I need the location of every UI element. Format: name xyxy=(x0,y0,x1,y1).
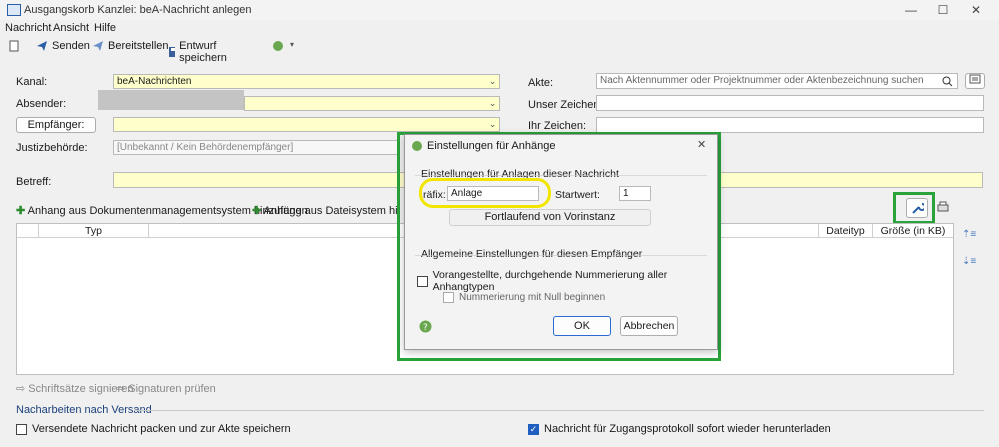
post-processing-heading: Nacharbeiten nach Versand xyxy=(16,404,152,416)
justiz-field[interactable]: [Unbekannt / Kein Behördenempfänger] xyxy=(113,140,400,155)
start-input[interactable]: 1 xyxy=(619,186,651,201)
unser-zeichen-input[interactable] xyxy=(596,95,984,111)
justiz-value: [Unbekannt / Kein Behördenempfänger] xyxy=(117,142,294,153)
maximize-button[interactable]: ☐ xyxy=(928,2,958,18)
app-icon xyxy=(7,4,21,16)
pack-save-label: Versendete Nachricht packen und zur Akte… xyxy=(32,423,291,435)
verify-link[interactable]: ⇨ Signaturen prüfen xyxy=(116,382,216,395)
plus-icon: ✚ xyxy=(16,205,26,217)
save-draft-label: Entwurf speichern xyxy=(179,40,227,64)
save-icon xyxy=(169,47,176,57)
help-icon[interactable] xyxy=(272,40,284,52)
chevron-down-icon: ⌄ xyxy=(488,119,497,129)
provide-label: Bereitstellen xyxy=(108,40,169,52)
zero-start-checkbox[interactable] xyxy=(443,292,454,303)
send-button[interactable]: Senden xyxy=(36,40,90,52)
ok-button[interactable]: OK xyxy=(553,316,611,336)
dialog-app-icon xyxy=(412,141,422,151)
minimize-button[interactable]: — xyxy=(896,2,926,18)
numbering-checkbox[interactable] xyxy=(417,275,428,287)
dialog-close-button[interactable]: ✕ xyxy=(697,138,706,151)
close-button[interactable]: ✕ xyxy=(961,2,991,18)
chevron-down-icon: ⌄ xyxy=(488,98,497,108)
numbering-option[interactable]: Vorangestellte, durchgehende Nummerierun… xyxy=(417,269,717,293)
table-header-select xyxy=(17,224,39,238)
group-recipient-heading: Allgemeine Einstellungen für diesen Empf… xyxy=(421,248,643,260)
akte-label: Akte: xyxy=(528,77,554,89)
print-icon[interactable] xyxy=(936,200,950,217)
add-fs-label: Anhang aus Dateisystem hinzufüge xyxy=(263,205,400,217)
arrow-right-icon: ⇨ xyxy=(116,383,126,395)
justiz-label: Justizbehörde: xyxy=(16,142,88,154)
toolbar-overflow-icon[interactable]: ▾ xyxy=(290,40,294,49)
continue-from-previous-button[interactable]: Fortlaufend von Vorinstanz xyxy=(449,209,651,226)
zero-start-option[interactable]: Nummerierung mit Null beginnen xyxy=(443,292,605,303)
start-value: 1 xyxy=(623,188,629,199)
provide-icon xyxy=(93,41,103,51)
menu-hilfe[interactable]: Hilfe xyxy=(94,22,116,34)
divider xyxy=(134,410,984,411)
empfaenger-button[interactable]: Empfänger: xyxy=(16,117,96,133)
help-icon[interactable]: ? xyxy=(419,320,432,333)
download-protocol-label: Nachricht für Zugangsprotokoll sofort wi… xyxy=(544,423,831,435)
betreff-label: Betreff: xyxy=(16,176,52,188)
provide-button[interactable]: Bereitstellen xyxy=(92,40,169,52)
title-bar: Ausgangskorb Kanzlei: beA-Nachricht anle… xyxy=(0,0,999,20)
kanal-value: beA-Nachrichten xyxy=(117,76,192,87)
redacted-block xyxy=(98,90,244,110)
absender-label: Absender: xyxy=(16,98,67,110)
plus-icon: ✚ xyxy=(252,205,262,217)
start-label: Startwert: xyxy=(555,189,600,201)
list-icon xyxy=(969,74,981,84)
new-document-icon[interactable] xyxy=(8,40,20,52)
table-header-groesse[interactable]: Größe (in KB) xyxy=(873,224,953,238)
save-draft-button[interactable]: Entwurf speichern xyxy=(168,40,232,64)
empfaenger-dropdown[interactable]: ⌄ xyxy=(113,117,500,132)
move-up-icon[interactable]: ⇡≡ xyxy=(962,229,976,240)
divider xyxy=(415,255,707,256)
wrench-icon xyxy=(912,203,926,214)
cancel-button[interactable]: Abbrechen xyxy=(620,316,678,336)
chevron-down-icon: ⌄ xyxy=(488,76,497,86)
divider xyxy=(415,175,707,176)
akte-list-button[interactable] xyxy=(965,73,985,89)
menu-ansicht[interactable]: Ansicht xyxy=(53,22,89,34)
svg-text:?: ? xyxy=(423,323,428,333)
pack-save-checkbox[interactable] xyxy=(16,423,27,435)
kanal-dropdown[interactable]: beA-Nachrichten ⌄ xyxy=(113,74,500,89)
zero-start-label: Nummerierung mit Null beginnen xyxy=(459,292,606,303)
ihr-zeichen-label: Ihr Zeichen: xyxy=(528,120,587,132)
akte-search-input[interactable]: Nach Aktennummer oder Projektnummer oder… xyxy=(596,73,958,89)
window-title: Ausgangskorb Kanzlei: beA-Nachricht anle… xyxy=(24,4,252,16)
move-down-icon[interactable]: ⇣≡ xyxy=(962,256,976,267)
akte-placeholder: Nach Aktennummer oder Projektnummer oder… xyxy=(600,75,924,86)
attachment-settings-dialog: Einstellungen für Anhänge ✕ Einstellunge… xyxy=(404,134,718,350)
menu-nachricht[interactable]: Nachricht xyxy=(5,22,51,34)
send-icon xyxy=(37,41,47,51)
table-header-dateityp[interactable]: Dateityp xyxy=(819,224,873,238)
pack-save-option[interactable]: Versendete Nachricht packen und zur Akte… xyxy=(16,423,291,435)
download-protocol-checkbox[interactable]: ✓ xyxy=(528,423,539,435)
verify-label: Signaturen prüfen xyxy=(128,383,216,395)
send-label: Senden xyxy=(52,40,90,52)
attachment-settings-button[interactable] xyxy=(906,198,928,218)
prefix-highlight-ring xyxy=(419,178,551,208)
download-protocol-option[interactable]: ✓ Nachricht für Zugangsprotokoll sofort … xyxy=(528,423,831,435)
absender-dropdown[interactable]: ⌄ xyxy=(244,96,500,111)
search-icon[interactable] xyxy=(942,76,953,87)
add-fs-attachment-link[interactable]: ✚ Anhang aus Dateisystem hinzufüge xyxy=(252,204,400,217)
dialog-title: Einstellungen für Anhänge xyxy=(427,140,556,152)
table-header-typ[interactable]: Typ xyxy=(39,224,149,238)
kanal-label: Kanal: xyxy=(16,76,48,88)
unser-zeichen-label: Unser Zeichen: xyxy=(528,99,603,111)
ihr-zeichen-input[interactable] xyxy=(596,117,984,133)
arrow-right-icon: ⇨ xyxy=(16,383,26,395)
numbering-label: Vorangestellte, durchgehende Nummerierun… xyxy=(432,269,668,293)
